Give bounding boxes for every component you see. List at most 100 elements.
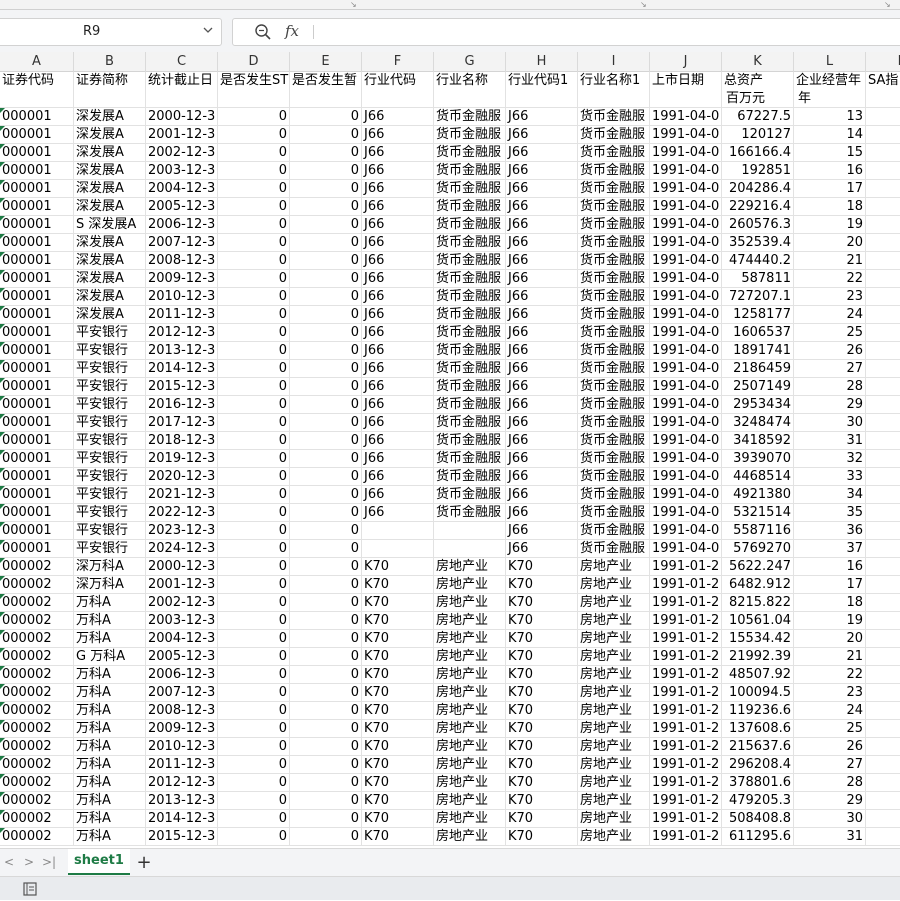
cell-col-a[interactable]: 000002 bbox=[0, 702, 74, 720]
header-cell-col-i[interactable]: 行业名称1 bbox=[578, 72, 650, 108]
cell-col-j[interactable]: 1991-01-2 bbox=[650, 666, 722, 684]
cell-col-f[interactable]: J66 bbox=[362, 450, 434, 468]
cell-col-n[interactable]: -3.2 bbox=[866, 126, 900, 144]
cell-col-i[interactable]: 货币金融服 bbox=[578, 504, 650, 522]
cell-col-f[interactable]: K70 bbox=[362, 720, 434, 738]
cell-col-i[interactable]: 房地产业 bbox=[578, 774, 650, 792]
cell-col-c[interactable]: 2020-12-3 bbox=[146, 468, 218, 486]
cell-col-l[interactable]: 19 bbox=[794, 612, 866, 630]
cell-col-f[interactable]: J66 bbox=[362, 396, 434, 414]
cell-col-i[interactable]: 房地产业 bbox=[578, 558, 650, 576]
cell-col-n[interactable]: -3.2 bbox=[866, 180, 900, 198]
cell-col-g[interactable]: 房地产业 bbox=[434, 684, 506, 702]
cell-col-f[interactable]: J66 bbox=[362, 126, 434, 144]
cell-col-a[interactable]: 000001 bbox=[0, 342, 74, 360]
cell-col-e[interactable]: 0 bbox=[290, 360, 362, 378]
cell-col-h[interactable]: K70 bbox=[506, 558, 578, 576]
cell-col-c[interactable]: 2016-12-3 bbox=[146, 396, 218, 414]
cell-col-e[interactable]: 0 bbox=[290, 486, 362, 504]
cell-col-d[interactable]: 0 bbox=[218, 414, 290, 432]
cell-col-d[interactable]: 0 bbox=[218, 126, 290, 144]
cell-col-n[interactable]: -2.5 bbox=[866, 432, 900, 450]
tab-sheet1[interactable]: sheet1 bbox=[68, 849, 130, 875]
cell-col-d[interactable]: 0 bbox=[218, 198, 290, 216]
cell-col-f[interactable]: J66 bbox=[362, 342, 434, 360]
header-cell-col-h[interactable]: 行业代码1 bbox=[506, 72, 578, 108]
cell-col-l[interactable]: 16 bbox=[794, 558, 866, 576]
column-header-h[interactable]: H bbox=[506, 52, 578, 72]
header-cell-col-d[interactable]: 是否发生ST bbox=[218, 72, 290, 108]
cell-col-b[interactable]: 万科A bbox=[74, 828, 146, 846]
cell-col-l[interactable]: 16 bbox=[794, 162, 866, 180]
cell-col-c[interactable]: 2021-12-3 bbox=[146, 486, 218, 504]
cell-col-i[interactable]: 房地产业 bbox=[578, 792, 650, 810]
cell-col-d[interactable]: 0 bbox=[218, 558, 290, 576]
cell-col-a[interactable]: 000001 bbox=[0, 216, 74, 234]
cell-col-k[interactable]: 166166.4 bbox=[722, 144, 794, 162]
cell-col-a[interactable]: 000002 bbox=[0, 810, 74, 828]
last-sheet-button[interactable]: >| bbox=[42, 855, 56, 869]
cell-col-b[interactable]: 万科A bbox=[74, 792, 146, 810]
cell-col-n[interactable]: -3. bbox=[866, 234, 900, 252]
cell-col-a[interactable]: 000001 bbox=[0, 360, 74, 378]
cell-col-d[interactable]: 0 bbox=[218, 324, 290, 342]
cell-col-l[interactable]: 19 bbox=[794, 216, 866, 234]
cell-col-k[interactable]: 378801.6 bbox=[722, 774, 794, 792]
cell-col-d[interactable]: 0 bbox=[218, 504, 290, 522]
cell-col-e[interactable]: 0 bbox=[290, 576, 362, 594]
cell-col-h[interactable]: J66 bbox=[506, 432, 578, 450]
cell-col-i[interactable]: 房地产业 bbox=[578, 738, 650, 756]
cell-col-k[interactable]: 3418592 bbox=[722, 432, 794, 450]
cell-col-d[interactable]: 0 bbox=[218, 378, 290, 396]
cell-col-j[interactable]: 1991-01-2 bbox=[650, 792, 722, 810]
cell-col-a[interactable]: 000002 bbox=[0, 828, 74, 846]
cell-col-l[interactable]: 33 bbox=[794, 468, 866, 486]
cell-col-a[interactable]: 000001 bbox=[0, 414, 74, 432]
cell-col-c[interactable]: 2023-12-3 bbox=[146, 522, 218, 540]
cell-col-j[interactable]: 1991-04-0 bbox=[650, 324, 722, 342]
cell-col-f[interactable]: K70 bbox=[362, 666, 434, 684]
cell-col-n[interactable]: -2. bbox=[866, 396, 900, 414]
cell-col-n[interactable]: -3.9 bbox=[866, 630, 900, 648]
column-header-d[interactable]: D bbox=[218, 52, 290, 72]
cell-col-h[interactable]: J66 bbox=[506, 180, 578, 198]
cell-col-f[interactable]: J66 bbox=[362, 432, 434, 450]
cell-col-e[interactable]: 0 bbox=[290, 432, 362, 450]
cell-col-l[interactable]: 24 bbox=[794, 702, 866, 720]
cell-col-h[interactable]: J66 bbox=[506, 450, 578, 468]
cell-col-h[interactable]: K70 bbox=[506, 792, 578, 810]
cell-col-l[interactable]: 31 bbox=[794, 828, 866, 846]
cell-col-k[interactable]: 1258177 bbox=[722, 306, 794, 324]
cell-col-e[interactable]: 0 bbox=[290, 180, 362, 198]
cell-col-n[interactable]: -2.5 bbox=[866, 522, 900, 540]
cell-col-k[interactable]: 120127 bbox=[722, 126, 794, 144]
cell-col-c[interactable]: 2006-12-3 bbox=[146, 216, 218, 234]
cell-col-e[interactable]: 0 bbox=[290, 450, 362, 468]
cell-col-i[interactable]: 货币金融服 bbox=[578, 360, 650, 378]
cell-col-h[interactable]: J66 bbox=[506, 198, 578, 216]
cell-col-n[interactable]: -3.4 bbox=[866, 792, 900, 810]
column-header-a[interactable]: A bbox=[0, 52, 74, 72]
column-header-g[interactable]: G bbox=[434, 52, 506, 72]
column-header-c[interactable]: C bbox=[146, 52, 218, 72]
cell-col-i[interactable]: 房地产业 bbox=[578, 648, 650, 666]
cell-col-k[interactable]: 21992.39 bbox=[722, 648, 794, 666]
cell-col-k[interactable]: 2186459 bbox=[722, 360, 794, 378]
cell-col-j[interactable]: 1991-04-0 bbox=[650, 432, 722, 450]
cell-col-g[interactable]: 货币金融服 bbox=[434, 468, 506, 486]
cell-col-k[interactable]: 260576.3 bbox=[722, 216, 794, 234]
cell-col-d[interactable]: 0 bbox=[218, 288, 290, 306]
cell-col-l[interactable]: 26 bbox=[794, 738, 866, 756]
cell-col-d[interactable]: 0 bbox=[218, 666, 290, 684]
cell-col-j[interactable]: 1991-04-0 bbox=[650, 234, 722, 252]
cell-col-i[interactable]: 房地产业 bbox=[578, 576, 650, 594]
header-cell-col-e[interactable]: 是否发生暂 bbox=[290, 72, 362, 108]
cell-col-n[interactable]: -3.8 bbox=[866, 612, 900, 630]
cell-col-k[interactable]: 352539.4 bbox=[722, 234, 794, 252]
cell-col-b[interactable]: 深发展A bbox=[74, 252, 146, 270]
cell-col-g[interactable]: 货币金融服 bbox=[434, 216, 506, 234]
cell-col-b[interactable]: 平安银行 bbox=[74, 504, 146, 522]
cell-col-i[interactable]: 房地产业 bbox=[578, 702, 650, 720]
cell-col-f[interactable]: J66 bbox=[362, 162, 434, 180]
cell-col-i[interactable]: 货币金融服 bbox=[578, 180, 650, 198]
